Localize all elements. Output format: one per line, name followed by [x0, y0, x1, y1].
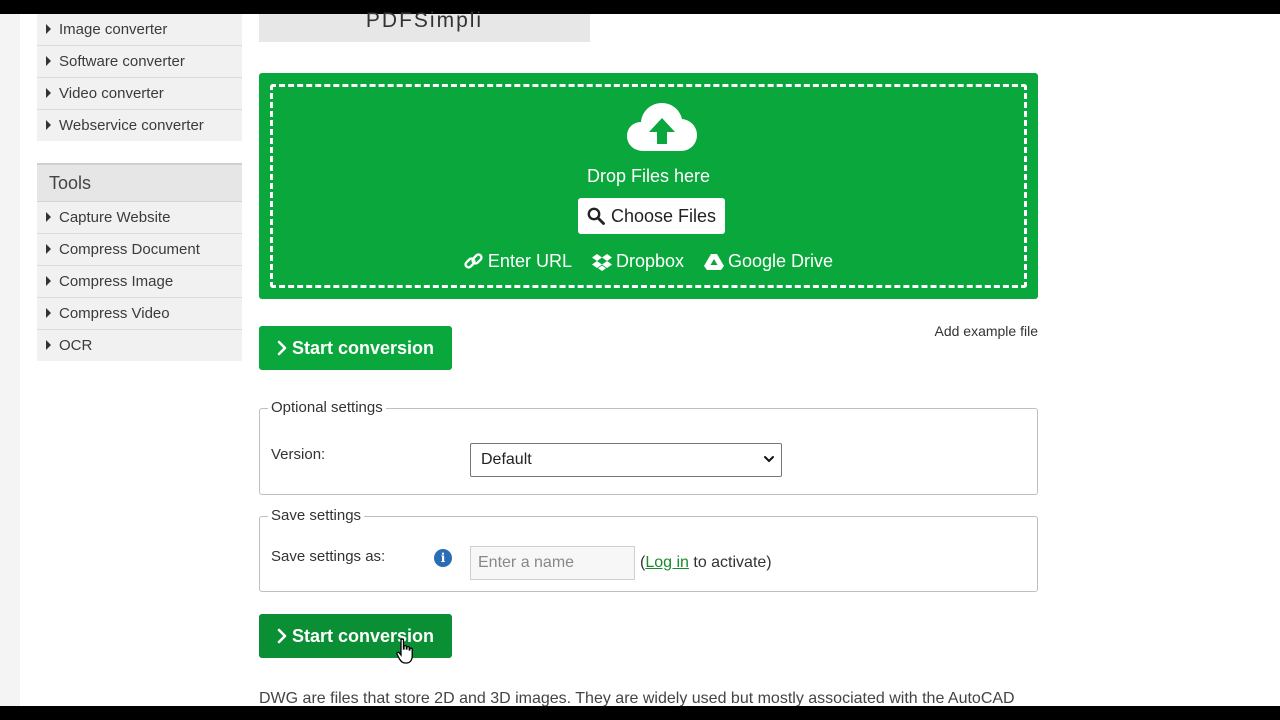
save-settings-label: Save settings as: [271, 548, 386, 565]
settings-name-input[interactable]: Enter a name [470, 546, 635, 580]
dropbox-label: Dropbox [615, 251, 685, 271]
caret-right-icon [46, 56, 51, 66]
caret-right-icon [46, 308, 51, 318]
google-drive-link[interactable]: Google Drive [704, 251, 833, 272]
sidebar-item-label: Compress Video [59, 305, 170, 322]
caret-right-icon [46, 244, 51, 254]
page-left-edge [0, 14, 20, 706]
version-selected-value: Default [481, 451, 532, 468]
start-conversion-button-bottom[interactable]: Start conversion [259, 614, 452, 658]
dropbox-link[interactable]: Dropbox [591, 251, 685, 272]
version-label: Version: [271, 446, 326, 463]
sidebar-item-ocr[interactable]: OCR [37, 330, 242, 361]
sidebar-item-software-converter[interactable]: Software converter [37, 46, 242, 78]
converter-list: Image converter Software converter Video… [37, 14, 242, 141]
caret-right-icon [46, 276, 51, 286]
hand-pointer-icon [396, 638, 413, 664]
sidebar-item-capture-website[interactable]: Capture Website [37, 202, 242, 234]
chevron-right-icon [277, 628, 287, 644]
sidebar-item-label: Compress Document [59, 241, 200, 258]
sidebar-item-label: Image converter [59, 21, 168, 38]
cloud-upload-icon [627, 103, 697, 151]
sidebar-item-webservice-converter[interactable]: Webservice converter [37, 110, 242, 141]
letterbox-bottom [0, 706, 1280, 720]
save-settings-fieldset: Save settings Save settings as: i Enter … [259, 507, 1038, 592]
sidebar-item-compress-document[interactable]: Compress Document [37, 234, 242, 266]
enter-url-label: Enter URL [487, 251, 572, 271]
sidebar-item-compress-image[interactable]: Compress Image [37, 266, 242, 298]
link-icon [464, 252, 483, 269]
letterbox-top [0, 0, 1280, 14]
sidebar-item-label: Video converter [59, 85, 164, 102]
caret-right-icon [46, 24, 51, 34]
caret-right-icon [46, 120, 51, 130]
sidebar-item-label: Webservice converter [59, 117, 204, 134]
caret-right-icon [46, 88, 51, 98]
choose-files-label: Choose Files [610, 205, 717, 226]
sidebar: Image converter Software converter Video… [37, 14, 242, 361]
tools-list: Capture Website Compress Document Compre… [37, 202, 242, 361]
google-drive-icon [704, 253, 725, 270]
login-note-suffix: to activate) [688, 554, 772, 571]
info-icon[interactable]: i [434, 549, 452, 567]
tools-heading: Tools [37, 163, 242, 202]
google-drive-label: Google Drive [728, 251, 834, 271]
sidebar-item-label: Compress Image [59, 273, 174, 290]
caret-right-icon [46, 340, 51, 350]
start-conversion-button-top[interactable]: Start conversion [259, 326, 452, 370]
login-link[interactable]: Log in [645, 554, 689, 571]
chevron-right-icon [277, 340, 287, 356]
caret-right-icon [46, 212, 51, 222]
save-settings-legend: Save settings [268, 507, 365, 524]
enter-url-link[interactable]: Enter URL [464, 251, 572, 272]
search-icon [587, 207, 605, 225]
drop-files-text: Drop Files here [586, 166, 711, 186]
banner-text: PDFSimpli [365, 9, 484, 32]
drop-zone-border: Drop Files here Choose Files Enter URL D… [270, 84, 1027, 288]
login-note: (Log in to activate) [640, 554, 772, 572]
dropbox-icon [591, 253, 612, 271]
upload-sources: Enter URL Dropbox Google Drive [273, 251, 1024, 272]
sidebar-item-label: Capture Website [59, 209, 171, 226]
add-example-file-link[interactable]: Add example file [900, 323, 1038, 339]
version-select[interactable]: Default [470, 443, 782, 477]
start-conversion-label: Start conversion [292, 337, 435, 358]
sidebar-item-image-converter[interactable]: Image converter [37, 14, 242, 46]
file-drop-area[interactable]: Drop Files here Choose Files Enter URL D… [259, 73, 1038, 299]
chevron-down-icon [764, 456, 774, 463]
sidebar-item-compress-video[interactable]: Compress Video [37, 298, 242, 330]
ad-banner[interactable]: PDFSimpli [259, 10, 590, 42]
sidebar-item-video-converter[interactable]: Video converter [37, 78, 242, 110]
sidebar-item-label: Software converter [59, 53, 185, 70]
choose-files-button[interactable]: Choose Files [578, 198, 725, 234]
optional-settings-fieldset: Optional settings Version: Default [259, 399, 1038, 495]
sidebar-item-label: OCR [59, 337, 93, 354]
optional-settings-legend: Optional settings [268, 399, 386, 416]
